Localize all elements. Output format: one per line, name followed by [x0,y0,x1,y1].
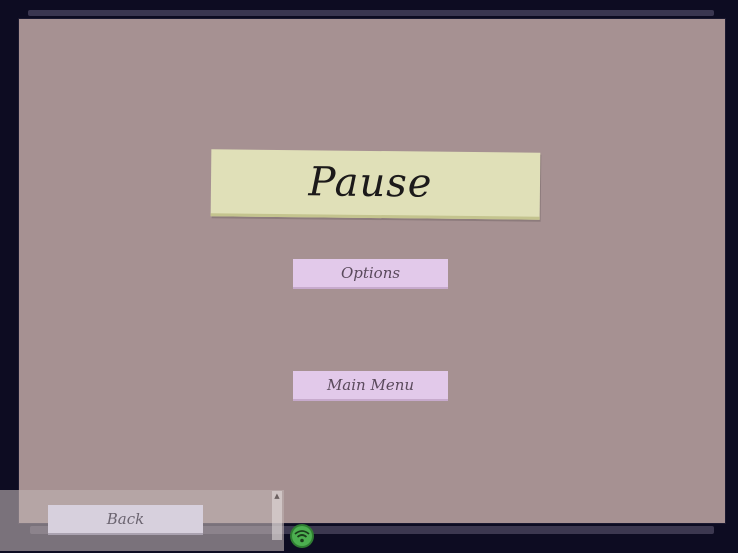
overlay-scrollbar[interactable]: ▲ [272,491,282,540]
pause-title: Pause [308,159,433,207]
top-frame-strip [28,10,714,16]
back-button[interactable]: Back [48,505,203,535]
pause-title-card: Pause [210,149,541,220]
main-menu-button-label: Main Menu [326,376,415,394]
back-button-label: Back [106,510,145,528]
options-button[interactable]: Options [293,259,448,289]
chevron-up-icon[interactable]: ▲ [272,491,282,501]
wifi-signal-icon [289,523,315,549]
options-button-label: Options [340,264,401,282]
main-menu-button[interactable]: Main Menu [293,371,448,401]
